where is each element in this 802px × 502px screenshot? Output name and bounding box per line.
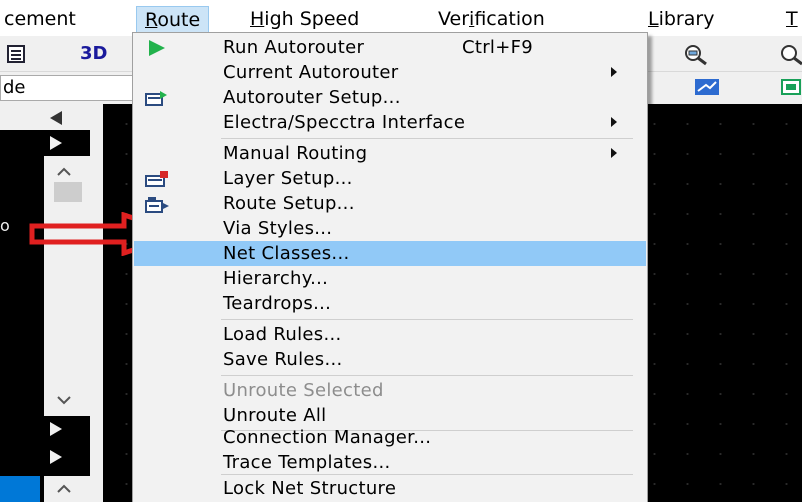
expand-arrow-icon — [50, 136, 62, 150]
menu-item-label: Electra/Specctra Interface — [223, 112, 466, 133]
autorouter-setup-icon — [145, 89, 171, 107]
menu-item-net-classes[interactable]: Net Classes... — [134, 241, 646, 266]
menu-item-electra-specctra-interface[interactable]: Electra/Specctra Interface — [135, 110, 645, 135]
menu-item-label: Lock Net Structure — [223, 478, 397, 499]
chevron-up-icon[interactable] — [54, 164, 74, 178]
menu-item-connection-manager[interactable]: Connection Manager... — [135, 425, 645, 450]
menu-item-label: Autorouter Setup... — [223, 87, 401, 108]
menu-t[interactable]: T — [782, 6, 802, 33]
component-icon[interactable] — [778, 76, 802, 98]
menu-separator — [221, 375, 633, 376]
route-menu: Run Autorouter Ctrl+F9 Current Autoroute… — [132, 32, 648, 477]
chevron-down-icon[interactable] — [54, 392, 74, 406]
menu-bar: cement Route High Speed Verification Lib… — [0, 0, 802, 36]
menu-item-load-rules[interactable]: Load Rules... — [135, 322, 645, 347]
menu-item-route-setup[interactable]: Route Setup... — [135, 191, 645, 216]
submenu-arrow-icon — [611, 148, 617, 158]
menu-item-label: Via Styles... — [223, 218, 333, 239]
menu-route-mnemonic: R — [145, 9, 158, 31]
menu-item-layer-setup[interactable]: Layer Setup... — [135, 166, 645, 191]
menu-route[interactable]: Route — [136, 6, 210, 33]
panel-fragment-text: o — [0, 216, 10, 235]
expand-arrow-icon — [50, 450, 62, 464]
menu-separator — [221, 474, 633, 475]
menu-item-shortcut: Ctrl+F9 — [462, 37, 534, 58]
menu-route-rest: oute — [157, 9, 201, 31]
menu-item-label: Manual Routing — [223, 143, 368, 164]
layer-setup-icon — [145, 170, 171, 188]
menu-high-speed[interactable]: High Speed — [246, 6, 363, 33]
menu-item-label: Unroute Selected — [223, 380, 384, 401]
mode-dropdown-value: de — [3, 77, 26, 98]
menu-item-run-autorouter[interactable]: Run Autorouter Ctrl+F9 — [135, 35, 645, 60]
mode-dropdown[interactable]: de — [0, 75, 136, 101]
menu-extension: Lock Net Structure — [132, 474, 648, 502]
menu-item-label: Connection Manager... — [223, 427, 432, 448]
zoom-icon[interactable] — [778, 42, 802, 66]
menu-item-teardrops[interactable]: Teardrops... — [135, 291, 645, 316]
menu-item-label: Run Autorouter — [223, 37, 365, 58]
menu-item-manual-routing[interactable]: Manual Routing — [135, 141, 645, 166]
menu-item-unroute-selected: Unroute Selected — [135, 378, 645, 403]
panel-list-area — [0, 156, 12, 416]
submenu-arrow-icon — [611, 67, 617, 77]
panel-collapse-button[interactable] — [0, 104, 103, 130]
menu-item-label: Hierarchy... — [223, 268, 329, 289]
zoom-area-icon[interactable] — [682, 42, 710, 66]
play-icon — [145, 39, 171, 57]
menu-item-lock-net-structure[interactable]: Lock Net Structure — [135, 476, 645, 501]
menu-item-label: Teardrops... — [223, 293, 332, 314]
panel-border — [90, 104, 103, 502]
chevron-left-icon — [50, 111, 62, 125]
menu-item-save-rules[interactable]: Save Rules... — [135, 347, 645, 372]
menu-separator — [221, 319, 633, 320]
submenu-arrow-icon — [611, 117, 617, 127]
menu-separator — [221, 138, 633, 139]
selected-indicator — [0, 476, 40, 502]
list-scrollbar[interactable] — [44, 156, 90, 416]
menu-item-label: Layer Setup... — [223, 168, 353, 189]
panel-row[interactable] — [0, 130, 90, 156]
route-setup-icon — [145, 195, 171, 213]
menu-item-label: Net Classes... — [223, 243, 350, 264]
view-3d-button[interactable]: 3D — [80, 42, 107, 66]
menu-item-label: Route Setup... — [223, 193, 355, 214]
left-panel: o — [0, 104, 103, 502]
board-view-icon[interactable] — [694, 76, 720, 98]
panel-row — [0, 472, 90, 502]
menu-library[interactable]: Library — [644, 6, 718, 33]
menu-item-current-autorouter[interactable]: Current Autorouter — [135, 60, 645, 85]
menu-item-label: Trace Templates... — [223, 452, 391, 473]
menu-item-trace-templates[interactable]: Trace Templates... — [135, 450, 645, 475]
expand-arrow-icon — [50, 422, 62, 436]
scrollbar-thumb[interactable] — [54, 182, 82, 202]
panel-row[interactable] — [0, 416, 90, 442]
panel-row[interactable] — [0, 442, 90, 472]
scroll-up-button[interactable] — [44, 476, 90, 502]
list-view-icon[interactable] — [6, 44, 28, 64]
menu-item-label: Load Rules... — [223, 324, 342, 345]
menu-item-via-styles[interactable]: Via Styles... — [135, 216, 645, 241]
menu-item-label: Current Autorouter — [223, 62, 399, 83]
menu-verification[interactable]: Verification — [434, 6, 549, 33]
menu-item-hierarchy[interactable]: Hierarchy... — [135, 266, 645, 291]
menu-item-label: Save Rules... — [223, 349, 343, 370]
menu-placement[interactable]: cement — [0, 6, 80, 33]
chevron-up-icon — [57, 484, 71, 493]
menu-item-autorouter-setup[interactable]: Autorouter Setup... — [135, 85, 645, 110]
